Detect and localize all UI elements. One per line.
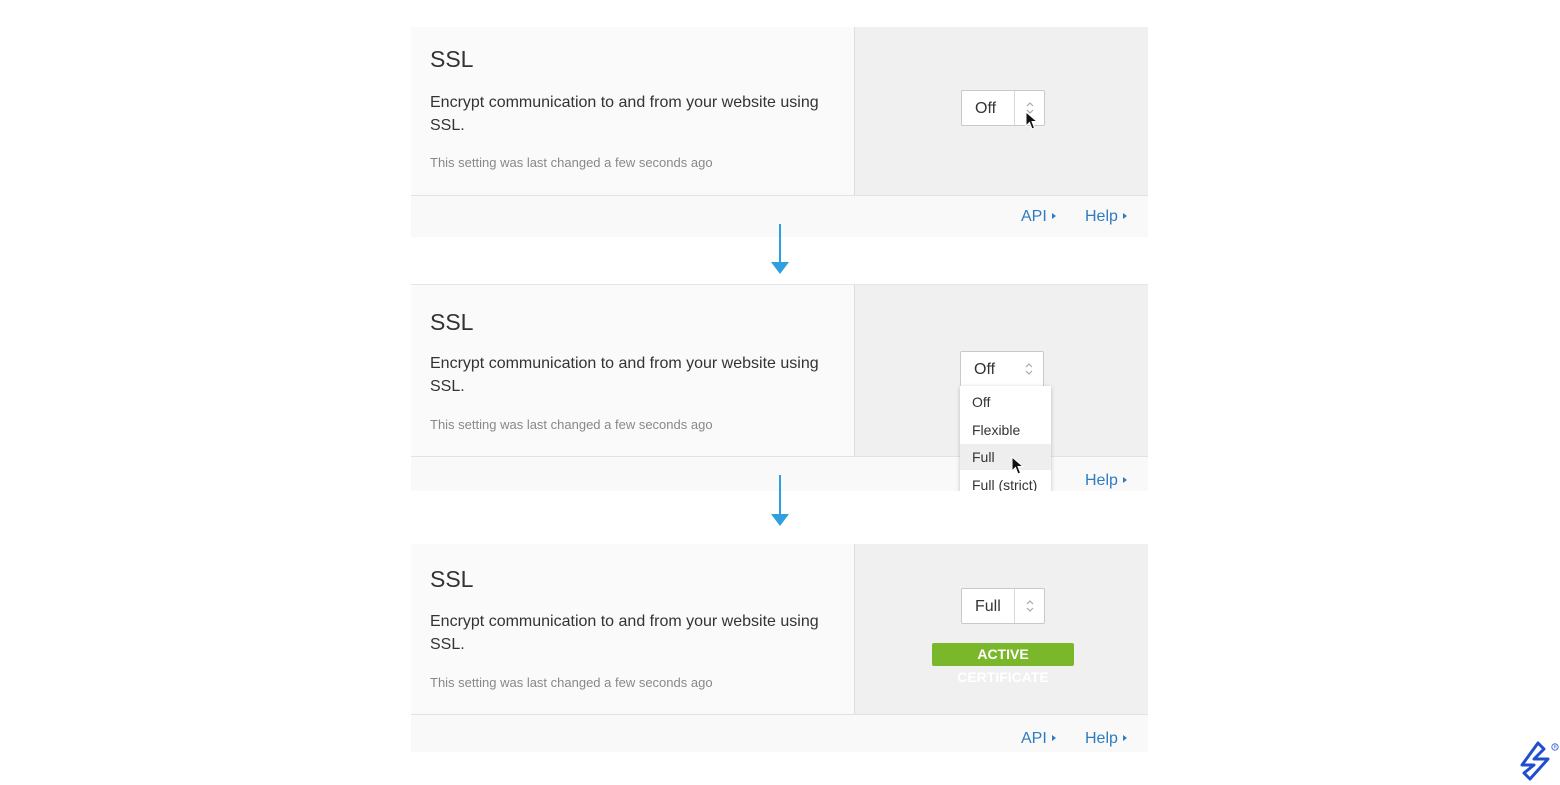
api-link[interactable]: API: [1021, 208, 1056, 226]
select-value: Off: [975, 100, 997, 117]
setting-title: SSL: [430, 46, 474, 72]
caret-right-icon: [1122, 212, 1127, 219]
ssl-panel-1: SSL Encrypt communication to and from yo…: [411, 27, 1148, 237]
panel-footer: API Help: [411, 714, 1148, 752]
api-link-label: API: [1021, 730, 1047, 747]
last-changed-note: This setting was last changed a few seco…: [430, 675, 713, 690]
setting-control: Full ACTIVE CERTIFICATE: [854, 544, 1148, 714]
setting-control: Off: [854, 27, 1148, 195]
select-separator: [1014, 91, 1015, 125]
dropdown-option-full[interactable]: Full: [960, 444, 1051, 470]
panel-body: SSL Encrypt communication to and from yo…: [411, 27, 1148, 195]
api-link-label: API: [1021, 208, 1047, 225]
caret-right-icon: [1051, 212, 1056, 219]
select-value: Off: [974, 361, 996, 378]
setting-info: SSL Encrypt communication to and from yo…: [411, 27, 854, 195]
help-link[interactable]: Help: [1085, 730, 1127, 748]
arrow-head: [771, 262, 789, 274]
caret-right-icon: [1122, 734, 1127, 741]
ssl-panel-2: SSL Encrypt communication to and from yo…: [411, 284, 1148, 491]
up-down-arrows-icon: [1025, 363, 1033, 375]
ssl-mode-select[interactable]: Full: [961, 588, 1045, 624]
help-link[interactable]: Help: [1085, 472, 1127, 490]
svg-text:R: R: [1554, 745, 1558, 750]
down-arrow-icon: [771, 475, 789, 527]
dropdown-option-off[interactable]: Off: [960, 389, 1051, 415]
arrow-shaft: [779, 224, 781, 264]
setting-title: SSL: [430, 566, 474, 592]
active-certificate-badge: ACTIVE CERTIFICATE: [932, 643, 1074, 685]
ssl-mode-dropdown: Off Flexible Full Full (strict): [960, 386, 1051, 491]
help-link-label: Help: [1085, 730, 1118, 747]
setting-description: Encrypt communication to and from your w…: [430, 94, 819, 134]
ssl-panel-3: SSL Encrypt communication to and from yo…: [411, 544, 1148, 752]
dropdown-option-full-strict[interactable]: Full (strict): [960, 472, 1051, 491]
select-separator: [1014, 589, 1015, 623]
down-arrow-icon: [771, 224, 789, 274]
help-link[interactable]: Help: [1085, 208, 1127, 226]
help-link-label: Help: [1085, 472, 1118, 489]
last-changed-note: This setting was last changed a few seco…: [430, 417, 713, 432]
arrow-head: [771, 514, 789, 526]
caret-right-icon: [1122, 476, 1127, 483]
api-link[interactable]: API: [1021, 730, 1056, 748]
help-link-label: Help: [1085, 208, 1118, 225]
last-changed-note: This setting was last changed a few seco…: [430, 155, 713, 170]
setting-info: SSL Encrypt communication to and from yo…: [411, 285, 854, 456]
toptal-logo-icon: R: [1520, 741, 1559, 781]
setting-info: SSL Encrypt communication to and from yo…: [411, 544, 854, 714]
panel-body: SSL Encrypt communication to and from yo…: [411, 544, 1148, 714]
dropdown-option-flexible[interactable]: Flexible: [960, 417, 1051, 443]
select-value: Full: [975, 598, 1001, 615]
ssl-mode-select[interactable]: Off: [960, 351, 1044, 387]
up-down-arrows-icon: [1026, 600, 1034, 612]
arrow-shaft: [779, 475, 781, 515]
mouse-pointer-icon: [1025, 111, 1039, 130]
mouse-pointer-icon: [1011, 456, 1025, 475]
setting-title: SSL: [430, 309, 474, 335]
caret-right-icon: [1051, 734, 1056, 741]
setting-description: Encrypt communication to and from your w…: [430, 613, 819, 653]
setting-description: Encrypt communication to and from your w…: [430, 355, 819, 395]
